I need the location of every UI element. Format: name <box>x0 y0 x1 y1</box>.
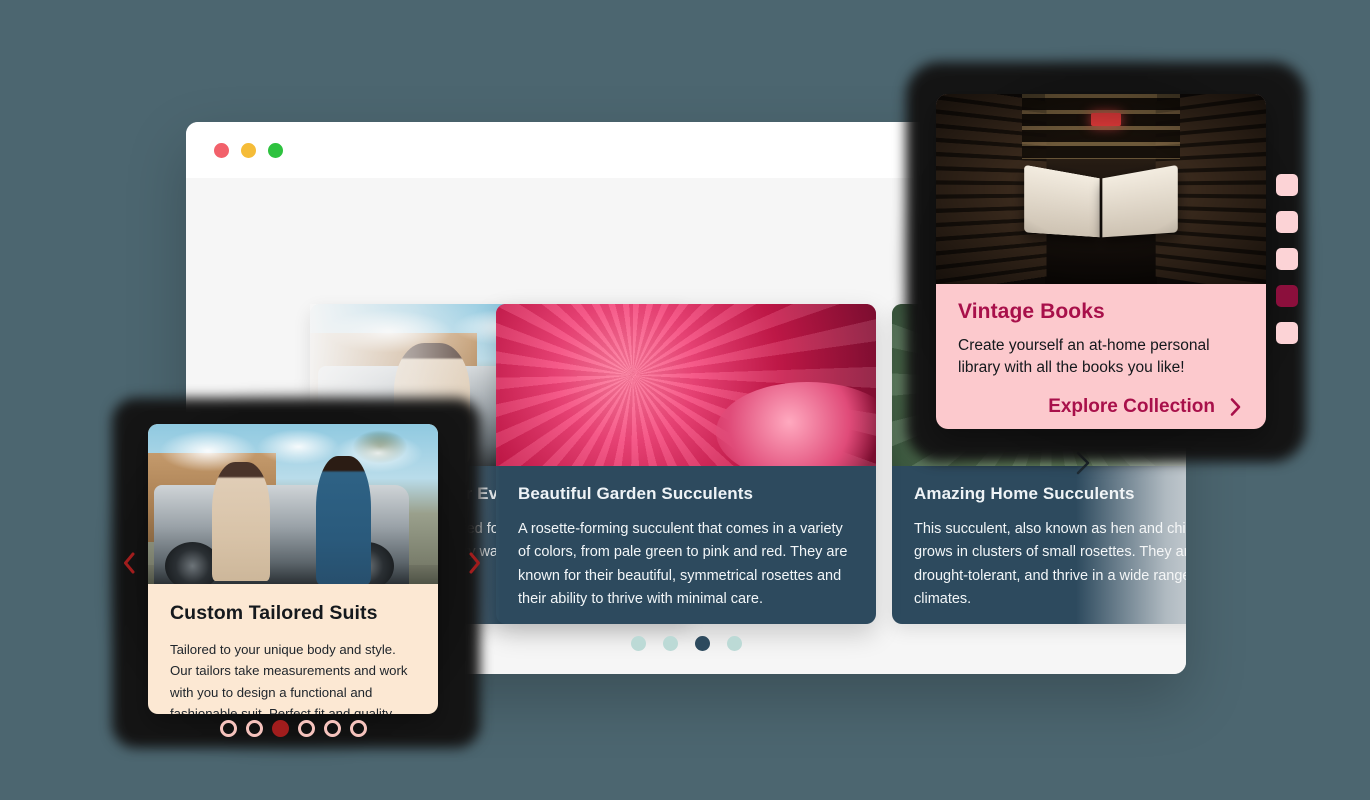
carousel-pagination-dot[interactable] <box>630 636 646 651</box>
vintage-books-description: Create yourself an at-home personal libr… <box>958 337 1210 377</box>
tablet-pagination-dot[interactable] <box>1276 211 1298 233</box>
suits-image <box>148 424 438 584</box>
suits-pagination <box>148 720 438 737</box>
slide-description: A rosette-forming succulent that comes i… <box>518 521 848 608</box>
tablet-pagination-dot[interactable] <box>1276 322 1298 344</box>
explore-collection-button[interactable]: Explore Collection <box>958 396 1244 418</box>
custom-tailored-suits-card[interactable]: Custom Tailored Suits Tailored to your u… <box>148 424 438 714</box>
carousel-slide-active[interactable]: Beautiful Garden Succulents A rosette-fo… <box>496 304 876 624</box>
suits-prev-button[interactable] <box>114 546 144 580</box>
tablet-pagination-dot[interactable] <box>1276 174 1298 196</box>
window-close-icon[interactable] <box>214 142 229 158</box>
chevron-left-icon <box>124 552 135 574</box>
chevron-right-icon <box>1230 398 1241 416</box>
explore-collection-label: Explore Collection <box>1048 395 1215 417</box>
carousel-pagination-dot-active[interactable] <box>694 636 710 651</box>
carousel-pagination-dot[interactable] <box>662 636 678 651</box>
slide-image-flowers <box>496 304 876 466</box>
slide-title: Beautiful Garden Succulents <box>518 484 754 503</box>
suits-pagination-dot[interactable] <box>297 720 315 737</box>
vintage-books-card[interactable]: Vintage Books Create yourself an at-home… <box>936 94 1266 429</box>
suits-pagination-dot[interactable] <box>219 720 237 737</box>
chevron-right-icon <box>469 552 480 574</box>
slide-text: Amazing Home Succulents This succulent, … <box>892 466 1186 624</box>
tablet-pagination-dot[interactable] <box>1276 248 1298 270</box>
slide-text: Beautiful Garden Succulents A rosette-fo… <box>496 466 876 624</box>
tablet-pagination <box>1276 174 1298 344</box>
bookstore-image <box>936 94 1266 284</box>
vintage-books-title: Vintage Books <box>958 300 1105 323</box>
suits-title: Custom Tailored Suits <box>170 602 378 624</box>
suits-pagination-dot[interactable] <box>245 720 263 737</box>
tablet-pagination-dot-active[interactable] <box>1276 285 1298 307</box>
tablet-mockup: Vintage Books Create yourself an at-home… <box>898 54 1314 470</box>
carousel-pagination-dot[interactable] <box>726 636 742 651</box>
slide-title: Amazing Home Succulents <box>914 484 1135 503</box>
vintage-books-text: Vintage Books Create yourself an at-home… <box>936 284 1266 418</box>
window-maximize-icon[interactable] <box>268 142 283 158</box>
suits-pagination-dot[interactable] <box>349 720 367 737</box>
suits-next-button[interactable] <box>460 546 490 580</box>
suits-text: Custom Tailored Suits Tailored to your u… <box>148 584 438 714</box>
suits-pagination-dot-active[interactable] <box>271 720 289 737</box>
page-canvas: Tailored Suits for Every Occasion Bespok… <box>0 0 1370 800</box>
suits-pagination-dot[interactable] <box>323 720 341 737</box>
suits-description: Tailored to your unique body and style. … <box>170 642 408 714</box>
suits-mockup: Custom Tailored Suits Tailored to your u… <box>104 390 488 756</box>
window-minimize-icon[interactable] <box>241 142 256 158</box>
slide-description: This succulent, also known as hen and ch… <box>914 521 1186 608</box>
